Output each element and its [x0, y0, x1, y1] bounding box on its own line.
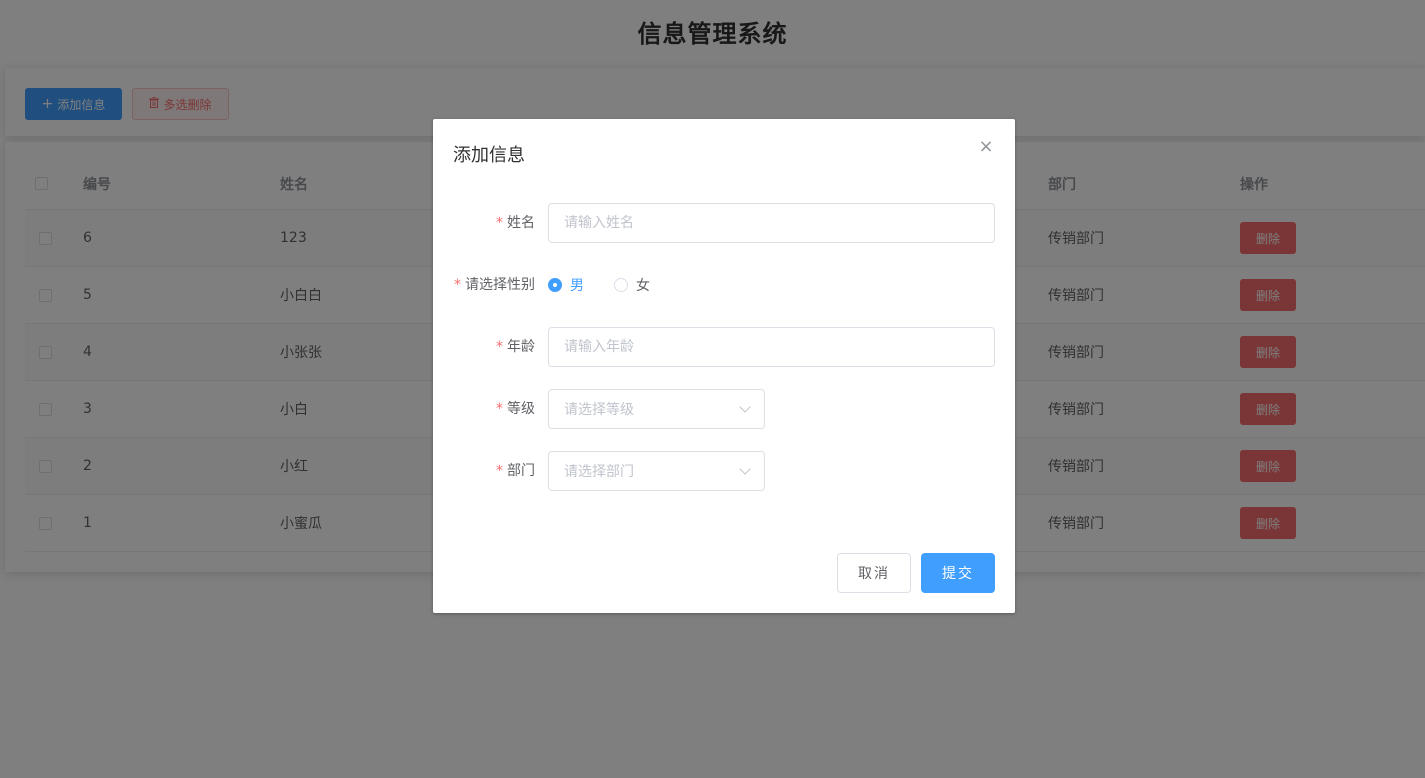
gender-radio-group: 男 女: [548, 265, 650, 305]
gender-label: * 请选择性别: [454, 277, 535, 293]
level-label: * 等级: [496, 401, 535, 417]
name-input[interactable]: [548, 203, 995, 243]
submit-button[interactable]: 提交: [921, 553, 995, 593]
dept-label: * 部门: [496, 463, 535, 479]
dialog-title: 添加信息: [453, 145, 525, 166]
gender-radio-male[interactable]: 男: [548, 275, 584, 295]
cancel-button[interactable]: 取消: [837, 553, 911, 593]
radio-checked-icon: [548, 278, 562, 292]
chevron-down-icon: [739, 463, 751, 475]
add-info-dialog: 添加信息 × *姓名 *请选择性别 男 女 *年龄 *等级 请选择等级 *部门 …: [433, 119, 1015, 613]
radio-unchecked-icon: [614, 278, 628, 292]
age-label: * 年龄: [496, 339, 535, 355]
chevron-down-icon: [739, 401, 751, 413]
name-label: * 姓名: [496, 215, 535, 231]
dept-select[interactable]: 请选择部门: [548, 451, 765, 491]
age-input[interactable]: [548, 327, 995, 367]
close-icon[interactable]: ×: [976, 137, 996, 157]
gender-radio-female[interactable]: 女: [614, 275, 650, 295]
level-select[interactable]: 请选择等级: [548, 389, 765, 429]
